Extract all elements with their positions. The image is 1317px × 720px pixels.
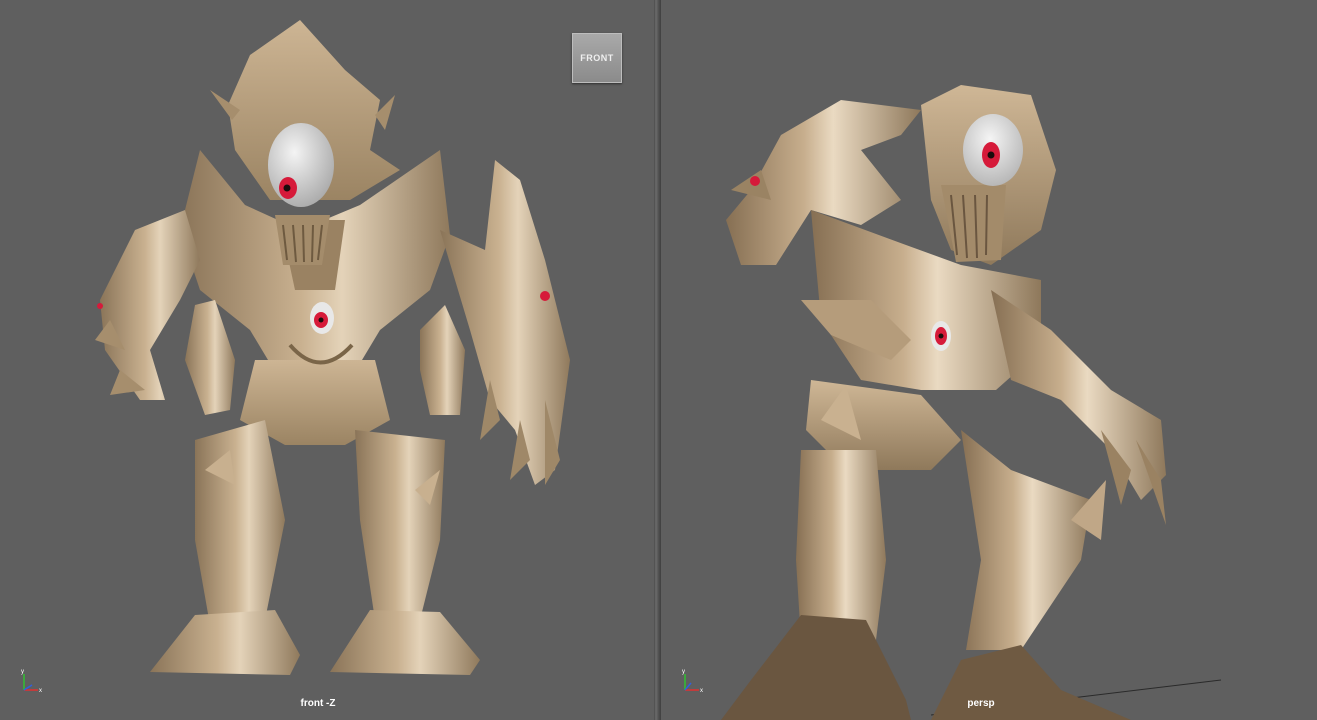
viewport-label-front: front -Z — [300, 698, 336, 709]
svg-text:x: x — [700, 688, 703, 694]
svg-text:y: y — [682, 669, 685, 675]
view-cube-icon[interactable]: FRONT — [572, 33, 622, 83]
viewport-divider[interactable] — [654, 0, 661, 720]
svg-text:x: x — [39, 688, 42, 694]
svg-text:y: y — [21, 669, 24, 675]
front-viewport[interactable]: FRONT y x front -Z — [0, 0, 654, 720]
persp-viewport[interactable]: y x persp — [661, 0, 1317, 720]
monster-model-front[interactable] — [0, 0, 654, 720]
monster-model-persp[interactable] — [661, 0, 1317, 720]
axis-gizmo-icon: y x — [682, 669, 703, 694]
view-cube-label: FRONT — [580, 53, 614, 63]
viewport-label-persp: persp — [967, 698, 995, 709]
axis-gizmo-icon: y x — [21, 669, 42, 694]
main-eye — [268, 123, 334, 207]
